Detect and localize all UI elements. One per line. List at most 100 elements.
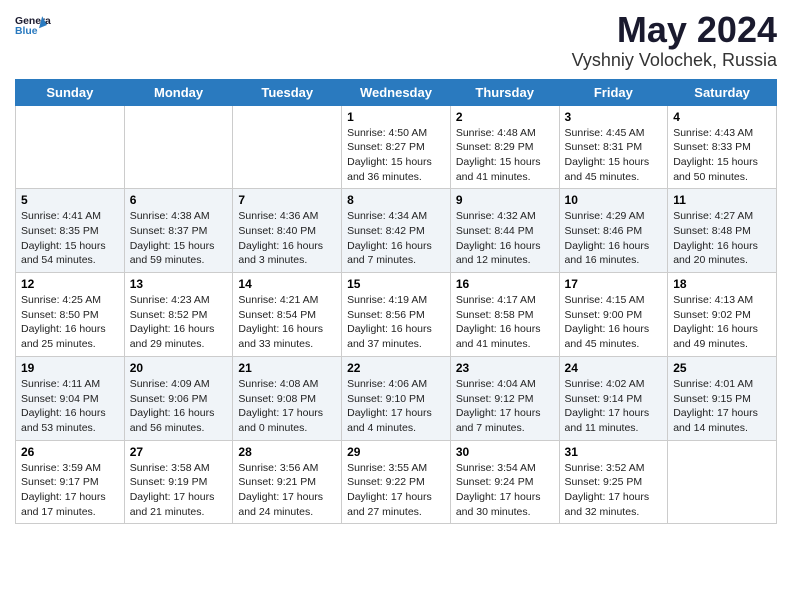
calendar-cell: 23 Sunrise: 4:04 AMSunset: 9:12 PMDayligh… [450, 356, 559, 440]
calendar-cell: 12 Sunrise: 4:25 AMSunset: 8:50 PMDayligh… [16, 273, 125, 357]
calendar-cell: 29Sunrise: 3:55 AMSunset: 9:22 PMDayligh… [342, 440, 451, 524]
logo: General Blue [15, 10, 51, 40]
calendar-cell: 21 Sunrise: 4:08 AMSunset: 9:08 PMDayligh… [233, 356, 342, 440]
day-info: Sunrise: 4:32 AMSunset: 8:44 PMDaylight:… [456, 209, 554, 268]
calendar-cell: 22 Sunrise: 4:06 AMSunset: 9:10 PMDayligh… [342, 356, 451, 440]
calendar-cell: 9Sunrise: 4:32 AMSunset: 8:44 PMDaylight… [450, 189, 559, 273]
day-info: Sunrise: 3:52 AMSunset: 9:25 PMDaylight:… [565, 461, 663, 520]
col-friday: Friday [559, 79, 668, 105]
day-number: 3 [565, 110, 663, 124]
day-number: 19 [21, 361, 119, 375]
day-number: 1 [347, 110, 445, 124]
day-number: 22 [347, 361, 445, 375]
calendar-cell: 28Sunrise: 3:56 AMSunset: 9:21 PMDayligh… [233, 440, 342, 524]
day-info: Sunrise: 4:21 AMSunset: 8:54 PMDaylight:… [238, 293, 336, 352]
day-info: Sunrise: 4:50 AMSunset: 8:27 PMDaylight:… [347, 126, 445, 185]
day-info: Sunrise: 3:58 AMSunset: 9:19 PMDaylight:… [130, 461, 228, 520]
day-number: 16 [456, 277, 554, 291]
day-info: Sunrise: 4:11 AMSunset: 9:04 PMDaylight:… [21, 377, 119, 436]
day-number: 20 [130, 361, 228, 375]
calendar-subtitle: Vyshniy Volochek, Russia [572, 50, 777, 71]
col-wednesday: Wednesday [342, 79, 451, 105]
day-info: Sunrise: 4:08 AMSunset: 9:08 PMDaylight:… [238, 377, 336, 436]
day-number: 12 [21, 277, 119, 291]
day-info: Sunrise: 4:43 AMSunset: 8:33 PMDaylight:… [673, 126, 771, 185]
day-info: Sunrise: 4:06 AMSunset: 9:10 PMDaylight:… [347, 377, 445, 436]
day-number: 10 [565, 193, 663, 207]
header-row: Sunday Monday Tuesday Wednesday Thursday… [16, 79, 777, 105]
day-info: Sunrise: 4:04 AMSunset: 9:12 PMDaylight:… [456, 377, 554, 436]
day-number: 4 [673, 110, 771, 124]
calendar-cell: 11Sunrise: 4:27 AMSunset: 8:48 PMDayligh… [668, 189, 777, 273]
week-row-2: 5 Sunrise: 4:41 AMSunset: 8:35 PMDaylight… [16, 189, 777, 273]
day-info: Sunrise: 4:34 AMSunset: 8:42 PMDaylight:… [347, 209, 445, 268]
day-info: Sunrise: 4:13 AMSunset: 9:02 PMDaylight:… [673, 293, 771, 352]
day-info: Sunrise: 4:19 AMSunset: 8:56 PMDaylight:… [347, 293, 445, 352]
title-block: May 2024 Vyshniy Volochek, Russia [572, 10, 777, 71]
week-row-1: 1 Sunrise: 4:50 AMSunset: 8:27 PMDaylight… [16, 105, 777, 189]
svg-text:Blue: Blue [15, 26, 38, 37]
logo-svg: General Blue [15, 10, 51, 40]
calendar-cell: 3 Sunrise: 4:45 AMSunset: 8:31 PMDaylight… [559, 105, 668, 189]
calendar-cell: 7 Sunrise: 4:36 AMSunset: 8:40 PMDaylight… [233, 189, 342, 273]
col-monday: Monday [124, 79, 233, 105]
day-number: 5 [21, 193, 119, 207]
day-number: 18 [673, 277, 771, 291]
calendar-cell: 26Sunrise: 3:59 AMSunset: 9:17 PMDayligh… [16, 440, 125, 524]
day-number: 6 [130, 193, 228, 207]
day-info: Sunrise: 4:23 AMSunset: 8:52 PMDaylight:… [130, 293, 228, 352]
day-number: 27 [130, 445, 228, 459]
day-info: Sunrise: 4:41 AMSunset: 8:35 PMDaylight:… [21, 209, 119, 268]
day-info: Sunrise: 4:25 AMSunset: 8:50 PMDaylight:… [21, 293, 119, 352]
day-info: Sunrise: 4:38 AMSunset: 8:37 PMDaylight:… [130, 209, 228, 268]
calendar-cell: 6 Sunrise: 4:38 AMSunset: 8:37 PMDaylight… [124, 189, 233, 273]
day-number: 14 [238, 277, 336, 291]
header: General Blue May 2024 Vyshniy Volochek, … [15, 10, 777, 71]
day-info: Sunrise: 4:17 AMSunset: 8:58 PMDaylight:… [456, 293, 554, 352]
calendar-cell: 2Sunrise: 4:48 AMSunset: 8:29 PMDaylight… [450, 105, 559, 189]
day-number: 7 [238, 193, 336, 207]
day-info: Sunrise: 4:01 AMSunset: 9:15 PMDaylight:… [673, 377, 771, 436]
day-info: Sunrise: 3:56 AMSunset: 9:21 PMDaylight:… [238, 461, 336, 520]
col-tuesday: Tuesday [233, 79, 342, 105]
calendar-cell [233, 105, 342, 189]
calendar-cell [16, 105, 125, 189]
day-info: Sunrise: 4:36 AMSunset: 8:40 PMDaylight:… [238, 209, 336, 268]
day-info: Sunrise: 3:54 AMSunset: 9:24 PMDaylight:… [456, 461, 554, 520]
calendar-cell: 1 Sunrise: 4:50 AMSunset: 8:27 PMDaylight… [342, 105, 451, 189]
calendar-cell [668, 440, 777, 524]
calendar-cell: 24Sunrise: 4:02 AMSunset: 9:14 PMDayligh… [559, 356, 668, 440]
day-number: 30 [456, 445, 554, 459]
calendar-cell: 20 Sunrise: 4:09 AMSunset: 9:06 PMDayligh… [124, 356, 233, 440]
calendar-cell: 16 Sunrise: 4:17 AMSunset: 8:58 PMDayligh… [450, 273, 559, 357]
col-sunday: Sunday [16, 79, 125, 105]
calendar-cell: 5 Sunrise: 4:41 AMSunset: 8:35 PMDaylight… [16, 189, 125, 273]
day-info: Sunrise: 4:15 AMSunset: 9:00 PMDaylight:… [565, 293, 663, 352]
day-info: Sunrise: 3:55 AMSunset: 9:22 PMDaylight:… [347, 461, 445, 520]
calendar-cell: 19 Sunrise: 4:11 AMSunset: 9:04 PMDayligh… [16, 356, 125, 440]
calendar-cell: 17Sunrise: 4:15 AMSunset: 9:00 PMDayligh… [559, 273, 668, 357]
calendar-cell: 27 Sunrise: 3:58 AMSunset: 9:19 PMDayligh… [124, 440, 233, 524]
day-info: Sunrise: 4:48 AMSunset: 8:29 PMDaylight:… [456, 126, 554, 185]
day-number: 11 [673, 193, 771, 207]
day-number: 21 [238, 361, 336, 375]
day-number: 23 [456, 361, 554, 375]
calendar-title: May 2024 [572, 10, 777, 50]
page: General Blue May 2024 Vyshniy Volochek, … [0, 0, 792, 612]
day-number: 26 [21, 445, 119, 459]
col-thursday: Thursday [450, 79, 559, 105]
day-number: 31 [565, 445, 663, 459]
week-row-3: 12 Sunrise: 4:25 AMSunset: 8:50 PMDayligh… [16, 273, 777, 357]
week-row-5: 26Sunrise: 3:59 AMSunset: 9:17 PMDayligh… [16, 440, 777, 524]
day-number: 24 [565, 361, 663, 375]
day-number: 13 [130, 277, 228, 291]
week-row-4: 19 Sunrise: 4:11 AMSunset: 9:04 PMDayligh… [16, 356, 777, 440]
day-info: Sunrise: 4:45 AMSunset: 8:31 PMDaylight:… [565, 126, 663, 185]
calendar-cell: 13 Sunrise: 4:23 AMSunset: 8:52 PMDayligh… [124, 273, 233, 357]
day-number: 15 [347, 277, 445, 291]
day-number: 8 [347, 193, 445, 207]
calendar-cell: 25Sunrise: 4:01 AMSunset: 9:15 PMDayligh… [668, 356, 777, 440]
day-info: Sunrise: 4:29 AMSunset: 8:46 PMDaylight:… [565, 209, 663, 268]
calendar-cell: 8 Sunrise: 4:34 AMSunset: 8:42 PMDaylight… [342, 189, 451, 273]
day-info: Sunrise: 4:09 AMSunset: 9:06 PMDaylight:… [130, 377, 228, 436]
